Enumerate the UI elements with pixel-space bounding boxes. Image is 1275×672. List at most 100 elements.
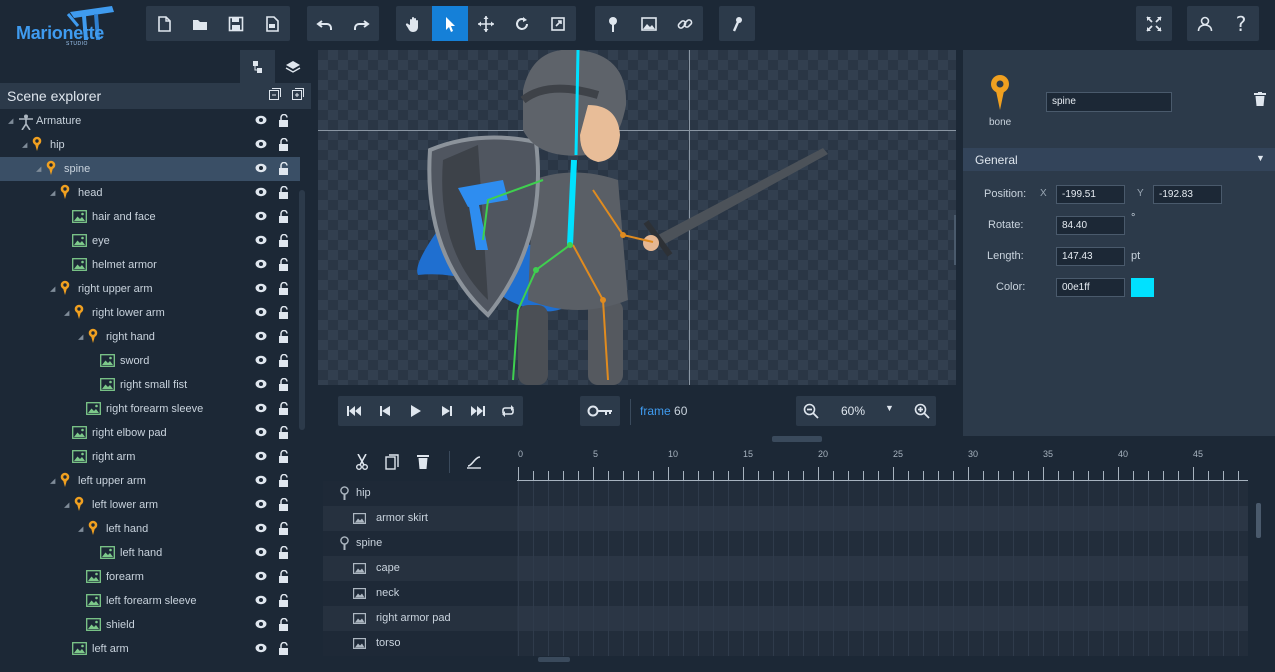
- delete-icon[interactable]: [1254, 92, 1266, 106]
- timeline-track[interactable]: neck: [323, 581, 1248, 606]
- lock-icon[interactable]: [278, 545, 290, 562]
- timeline-track[interactable]: torso: [323, 631, 1248, 656]
- tree-item[interactable]: sword: [0, 349, 300, 373]
- tree-item[interactable]: ◢ left hand: [0, 517, 300, 541]
- track-keyframe-lane[interactable]: [517, 506, 1248, 531]
- timeline-track[interactable]: right armor pad: [323, 606, 1248, 631]
- visibility-eye-icon[interactable]: [255, 403, 267, 416]
- next-frame-icon[interactable]: [431, 396, 462, 426]
- open-folder-icon[interactable]: [182, 6, 218, 41]
- object-name-input[interactable]: spine: [1046, 92, 1172, 112]
- ik-icon[interactable]: [719, 6, 755, 41]
- lock-icon[interactable]: [278, 257, 290, 274]
- lock-icon[interactable]: [278, 137, 290, 154]
- visibility-eye-icon[interactable]: [255, 139, 267, 152]
- timeline-track[interactable]: hip: [323, 481, 1248, 506]
- track-keyframe-lane[interactable]: [517, 631, 1248, 656]
- timeline-h-scrollbar[interactable]: [538, 657, 570, 662]
- expand-toggle-icon[interactable]: ◢: [78, 525, 83, 533]
- expand-all-icon[interactable]: [291, 87, 305, 101]
- undo-icon[interactable]: [307, 6, 343, 41]
- lock-icon[interactable]: [278, 593, 290, 610]
- visibility-eye-icon[interactable]: [255, 187, 267, 200]
- visibility-eye-icon[interactable]: [255, 235, 267, 248]
- expand-toggle-icon[interactable]: ◢: [22, 141, 27, 149]
- track-keyframe-lane[interactable]: [517, 531, 1248, 556]
- tree-item[interactable]: ◢ hip: [0, 133, 300, 157]
- curve-icon[interactable]: [466, 454, 482, 469]
- position-x-input[interactable]: -199.51: [1056, 185, 1125, 204]
- last-frame-icon[interactable]: [462, 396, 493, 426]
- lock-icon[interactable]: [278, 377, 290, 394]
- expand-toggle-icon[interactable]: ◢: [78, 333, 83, 341]
- visibility-eye-icon[interactable]: [255, 331, 267, 344]
- export-icon[interactable]: [254, 6, 290, 41]
- rotate-icon[interactable]: [504, 6, 540, 41]
- expand-toggle-icon[interactable]: ◢: [50, 189, 55, 197]
- tree-item[interactable]: hair and face: [0, 205, 300, 229]
- fit-view-button[interactable]: [1136, 6, 1172, 41]
- visibility-eye-icon[interactable]: [255, 643, 267, 656]
- timeline-track[interactable]: spine: [323, 531, 1248, 556]
- tree-item[interactable]: ◢ right lower arm: [0, 301, 300, 325]
- scale-icon[interactable]: [540, 6, 576, 41]
- zoom-dropdown-icon[interactable]: ▼: [885, 403, 894, 413]
- lock-icon[interactable]: [278, 641, 290, 658]
- save-icon[interactable]: [218, 6, 254, 41]
- tree-item[interactable]: ◢ head: [0, 181, 300, 205]
- expand-toggle-icon[interactable]: ◢: [36, 165, 41, 173]
- tree-item[interactable]: ◢ right upper arm: [0, 277, 300, 301]
- tree-item[interactable]: left hand: [0, 541, 300, 565]
- collapse-all-icon[interactable]: [268, 87, 282, 101]
- expand-toggle-icon[interactable]: ◢: [50, 477, 55, 485]
- position-y-input[interactable]: -192.83: [1153, 185, 1222, 204]
- tree-item[interactable]: right small fist: [0, 373, 300, 397]
- visibility-eye-icon[interactable]: [255, 547, 267, 560]
- hand-icon[interactable]: [396, 6, 432, 41]
- lock-icon[interactable]: [278, 521, 290, 538]
- lock-icon[interactable]: [278, 449, 290, 466]
- timeline-track[interactable]: cape: [323, 556, 1248, 581]
- help-icon[interactable]: ?: [1223, 6, 1259, 41]
- first-frame-icon[interactable]: [338, 396, 369, 426]
- visibility-eye-icon[interactable]: [255, 115, 267, 128]
- lock-icon[interactable]: [278, 401, 290, 418]
- visibility-eye-icon[interactable]: [255, 427, 267, 440]
- expand-toggle-icon[interactable]: ◢: [64, 501, 69, 509]
- visibility-eye-icon[interactable]: [255, 523, 267, 536]
- lock-icon[interactable]: [278, 113, 290, 130]
- lock-icon[interactable]: [278, 281, 290, 298]
- copy-icon[interactable]: [385, 454, 399, 470]
- rotate-input[interactable]: 84.40: [1056, 216, 1125, 235]
- tree-item[interactable]: ◢ left upper arm: [0, 469, 300, 493]
- user-icon[interactable]: [1187, 6, 1223, 41]
- previous-frame-icon[interactable]: [369, 396, 400, 426]
- expand-toggle-icon[interactable]: ◢: [50, 285, 55, 293]
- expand-toggle-icon[interactable]: ◢: [64, 309, 69, 317]
- expand-toggle-icon[interactable]: ◢: [8, 117, 13, 125]
- general-section-header[interactable]: General ▼: [963, 148, 1275, 171]
- lock-icon[interactable]: [278, 305, 290, 322]
- tree-item[interactable]: left arm: [0, 637, 300, 661]
- visibility-eye-icon[interactable]: [255, 163, 267, 176]
- timeline-splitter[interactable]: [772, 436, 822, 442]
- timeline-scrollbar[interactable]: [1256, 503, 1261, 538]
- tree-item[interactable]: ◢ Armature: [0, 109, 300, 133]
- tree-item[interactable]: ◢ right hand: [0, 325, 300, 349]
- color-input[interactable]: 00e1ff: [1056, 278, 1125, 297]
- lock-icon[interactable]: [278, 569, 290, 586]
- visibility-eye-icon[interactable]: [255, 283, 267, 296]
- bone-pin-icon[interactable]: [595, 6, 631, 41]
- delete-key-icon[interactable]: [417, 454, 429, 469]
- new-file-icon[interactable]: [146, 6, 182, 41]
- tree-item[interactable]: left forearm sleeve: [0, 589, 300, 613]
- loop-icon[interactable]: [493, 396, 523, 426]
- track-keyframe-lane[interactable]: [517, 581, 1248, 606]
- tree-item[interactable]: ◢ left lower arm: [0, 493, 300, 517]
- visibility-eye-icon[interactable]: [255, 571, 267, 584]
- track-keyframe-lane[interactable]: [517, 556, 1248, 581]
- tree-item[interactable]: right arm: [0, 445, 300, 469]
- length-input[interactable]: 147.43: [1056, 247, 1125, 266]
- lock-icon[interactable]: [278, 209, 290, 226]
- lock-icon[interactable]: [278, 473, 290, 490]
